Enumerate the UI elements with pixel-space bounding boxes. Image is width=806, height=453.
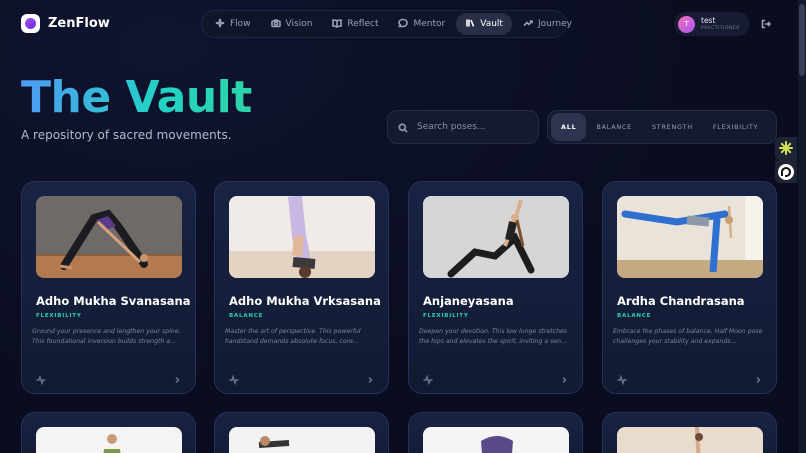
pose-card[interactable]: Adho Mukha Svanasana FLEXIBILITY Ground … — [21, 181, 196, 394]
pose-name: Anjaneyasana — [423, 294, 514, 308]
pulse-icon — [617, 370, 627, 386]
pose-image — [229, 427, 375, 453]
pose-name: Adho Mukha Vrksasana — [229, 294, 381, 308]
chat-icon — [398, 18, 409, 31]
avatar: T — [678, 15, 695, 33]
sparkle-icon — [215, 18, 225, 31]
pose-description: Ground your presence and lengthen your s… — [32, 328, 181, 345]
chevron-right-icon[interactable] — [172, 370, 182, 384]
filter-strength[interactable]: STRENGTH — [642, 113, 703, 141]
pulse-icon — [229, 370, 239, 386]
pose-category: FLEXIBILITY — [36, 313, 82, 319]
logout-button[interactable] — [758, 15, 774, 31]
filter-all[interactable]: ALL — [551, 113, 587, 141]
chevron-right-icon[interactable] — [753, 370, 763, 384]
nav-label: Flow — [230, 19, 251, 29]
user-role: PRACTITIONER — [701, 26, 740, 32]
trend-icon — [523, 18, 533, 31]
nav-item-flow[interactable]: Flow — [206, 13, 260, 35]
asterisk-icon — [779, 140, 793, 159]
pose-card[interactable]: Anjaneyasana FLEXIBILITY Deepen your dev… — [408, 181, 583, 394]
pose-image — [617, 427, 763, 453]
nav-label: Vault — [480, 19, 503, 29]
search-icon — [398, 118, 408, 137]
pose-image — [36, 196, 182, 278]
pose-card[interactable] — [214, 412, 389, 453]
pose-name: Ardha Chandrasana — [617, 294, 745, 308]
nav-label: Reflect — [347, 19, 379, 29]
top-bar: ZenFlow Flow Vision Reflect Mentor Vault… — [0, 0, 798, 48]
chevron-right-icon[interactable] — [365, 370, 375, 384]
page-subtitle: A repository of sacred movements. — [21, 128, 232, 142]
pose-description: Embrace the phases of balance. Half Moon… — [613, 328, 763, 345]
pose-category: BALANCE — [617, 313, 652, 319]
page-title: The Vault — [21, 72, 252, 123]
book-icon — [332, 18, 343, 31]
nav-item-reflect[interactable]: Reflect — [323, 13, 387, 35]
search-input[interactable] — [417, 122, 527, 132]
sparkle-widget[interactable] — [775, 137, 797, 161]
pose-category: FLEXIBILITY — [423, 313, 469, 319]
logout-icon — [761, 14, 772, 33]
pose-card[interactable] — [408, 412, 583, 453]
library-icon — [465, 18, 475, 31]
pose-image — [36, 427, 182, 453]
camera-icon — [270, 18, 281, 31]
pose-name: Adho Mukha Svanasana — [36, 294, 191, 308]
filter-balance[interactable]: BALANCE — [586, 113, 642, 141]
nav-label: Journey — [537, 19, 572, 29]
page-scrollbar[interactable] — [798, 0, 806, 453]
pulse-icon — [423, 370, 433, 386]
brand[interactable]: ZenFlow — [21, 14, 110, 33]
pulse-icon — [36, 370, 46, 386]
pose-image — [229, 196, 375, 278]
pose-card[interactable] — [21, 412, 196, 453]
scrollbar-thumb[interactable] — [799, 4, 805, 76]
nav-item-mentor[interactable]: Mentor — [389, 13, 454, 35]
pose-card[interactable]: Ardha Chandrasana BALANCE Embrace the ph… — [602, 181, 777, 394]
nav-item-journey[interactable]: Journey — [514, 13, 581, 35]
pose-category: BALANCE — [229, 313, 264, 319]
pose-description: Deepen your devotion. This low lunge str… — [419, 328, 568, 345]
pose-image — [617, 196, 763, 278]
support-icon — [778, 164, 794, 180]
chevron-right-icon[interactable] — [559, 370, 569, 384]
user-menu[interactable]: T test PRACTITIONER — [674, 12, 750, 36]
filter-tabs: ALL BALANCE STRENGTH FLEXIBILITY — [547, 110, 777, 144]
nav-item-vision[interactable]: Vision — [262, 13, 322, 35]
logo-icon — [21, 14, 40, 33]
filter-flexibility[interactable]: FLEXIBILITY — [703, 113, 768, 141]
brand-name: ZenFlow — [48, 16, 110, 31]
nav-label: Mentor — [413, 19, 446, 29]
pose-card[interactable]: Adho Mukha Vrksasana BALANCE Master the … — [214, 181, 389, 394]
pose-card[interactable] — [602, 412, 777, 453]
support-widget[interactable] — [775, 161, 797, 183]
user-name: test — [701, 15, 716, 25]
nav-label: Vision — [285, 19, 313, 29]
search-box[interactable] — [387, 110, 539, 144]
main-nav: Flow Vision Reflect Mentor Vault Journey — [201, 10, 572, 38]
nav-item-vault[interactable]: Vault — [456, 13, 512, 35]
pose-image — [423, 427, 569, 453]
pose-description: Master the art of perspective. This powe… — [225, 328, 361, 345]
pose-image — [423, 196, 569, 278]
